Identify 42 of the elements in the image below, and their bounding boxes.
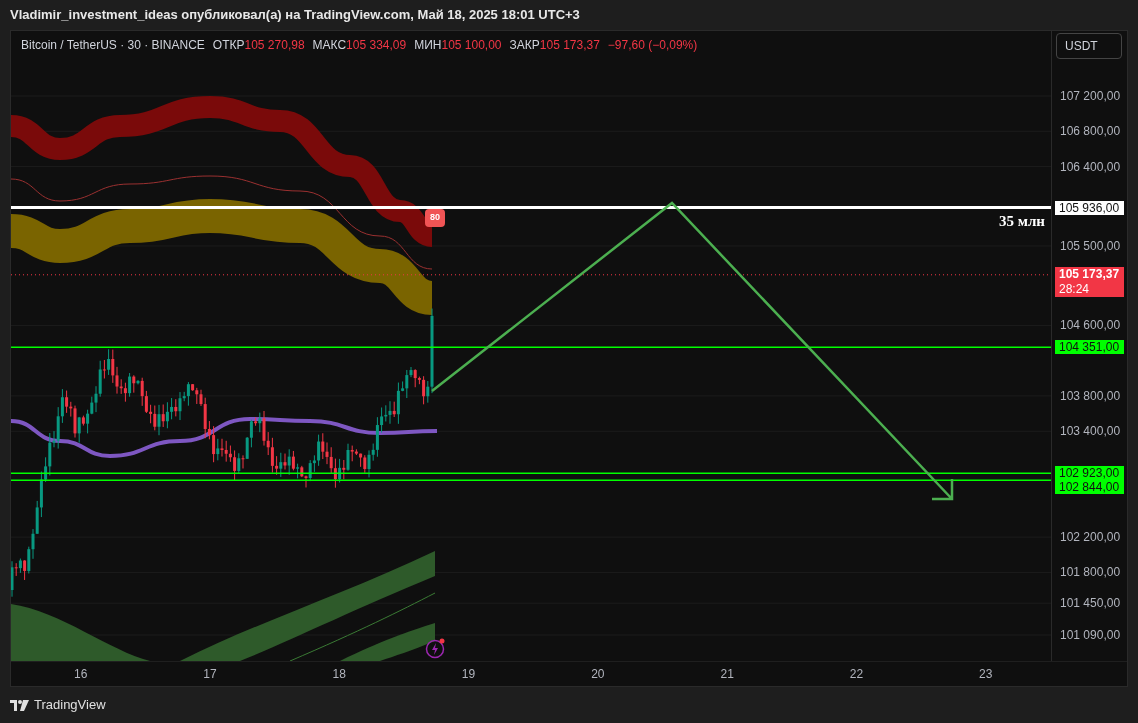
time-axis-label: 17 — [203, 666, 217, 683]
price-axis-label: 106 800,00 — [1060, 123, 1121, 140]
price-axis-label: 101 800,00 — [1060, 564, 1121, 581]
current-price-value: 105 173,37 — [1059, 266, 1120, 282]
signal-marker: 80 — [425, 209, 445, 227]
publication-title: Vladimir_investment_ideas опубликовал(а) на TradingView.com, Май 18, 2025 18:01 UTC+3 — [10, 6, 580, 25]
currency-button[interactable]: USDT — [1056, 33, 1122, 59]
price-axis-label: 101 090,00 — [1060, 627, 1121, 643]
time-axis-label: 22 — [849, 666, 864, 683]
brand-logo-icon — [10, 699, 29, 711]
ohlc-value: 105 173,37 — [539, 37, 600, 54]
price-level-label: 105 936,00 — [1055, 200, 1124, 215]
symbol-label: Bitcoin / TetherUS · 30 · BINANCE — [21, 37, 205, 54]
price-axis-label: 106 400,00 — [1060, 158, 1121, 175]
price-axis-label: 103 400,00 — [1060, 423, 1121, 440]
price-axis-label: 101 450,00 — [1060, 595, 1121, 612]
time-axis-label: 18 — [332, 666, 346, 683]
price-level-label: 102 923,00 — [1055, 466, 1124, 481]
price-axis-label: 105 500,00 — [1060, 237, 1121, 254]
price-axis-label: 104 600,00 — [1060, 317, 1121, 334]
time-axis-label: 20 — [591, 666, 605, 683]
ohlc-value: 105 100,00 — [441, 37, 502, 54]
volume-annotation: 35 млн — [998, 212, 1045, 231]
candle-timer: 28:24 — [1059, 281, 1091, 297]
ohlc-label: ЗАКР — [509, 37, 540, 54]
price-level-label: 102 844,00 — [1055, 480, 1124, 495]
price-level-label: 104 351,00 — [1055, 340, 1124, 355]
price-axis-label: 103 800,00 — [1060, 387, 1121, 404]
ohlc-label: МИН — [414, 37, 442, 54]
brand-name: TradingView — [34, 696, 106, 715]
ohlc-value: 105 334,09 — [346, 37, 407, 54]
price-change: −97,60 (−0,09%) — [607, 37, 698, 54]
price-axis-label: 102 200,00 — [1060, 529, 1121, 546]
ohlc-label: ОТКР — [212, 37, 245, 54]
time-axis-label: 16 — [73, 666, 88, 683]
ohlc-label: МАКС — [312, 37, 347, 54]
lightning-icon — [425, 637, 447, 659]
time-axis-label: 21 — [720, 666, 734, 683]
time-axis-label: 19 — [461, 666, 476, 683]
price-axis-label: 107 200,00 — [1060, 88, 1121, 104]
ohlc-value: 105 270,98 — [244, 37, 305, 54]
time-axis-label: 23 — [979, 666, 993, 683]
